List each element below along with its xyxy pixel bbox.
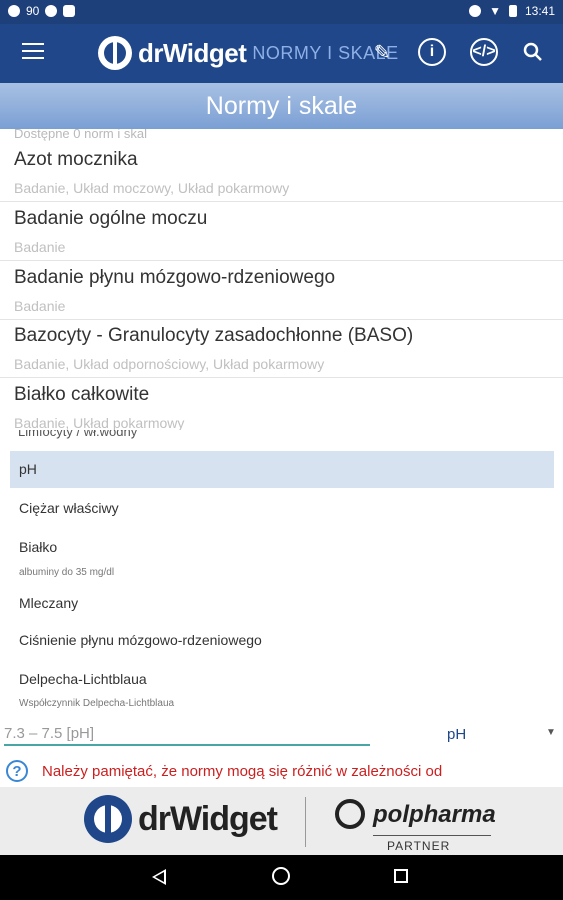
options-dropdown: Limfocyty / wł.wodny pH Ciężar właściwy … [0,430,563,715]
option-label: Ciężar właściwy [19,500,119,516]
partner-underline [373,835,491,836]
disclaimer-text: Należy pamiętać, że normy mogą się różni… [42,763,443,780]
recent-apps-icon[interactable] [394,869,408,883]
list-item-tags: Badanie [14,239,66,255]
list-item-tags: Badanie [14,298,66,314]
dropdown-option[interactable]: Białko albuminy do 35 mg/dl [10,529,554,585]
system-nav-bar [0,855,563,900]
unit-select[interactable]: pH [447,726,466,743]
soccer-ball-icon [45,5,58,17]
notification-count: 90 [26,4,40,18]
list-item-title: Bazocyty - Granulocyty zasadochłonne (BA… [14,325,414,346]
option-label: pH [19,461,37,477]
home-icon[interactable] [272,867,290,885]
list-item[interactable]: Badanie płynu mózgowo-rdzeniowego Badani… [0,261,563,320]
partner-footer: drWidget polpharma PARTNER [0,787,563,855]
clock: 13:41 [524,4,555,18]
dropdown-option[interactable]: Mleczany [10,587,554,624]
dropdown-option[interactable]: Delpecha-Lichtblaua Współczynnik Delpech… [10,665,554,715]
back-icon[interactable] [152,869,166,885]
list-item-tags: Badanie, Układ pokarmowy [14,415,185,431]
code-icon[interactable]: </> [470,38,498,66]
pencil-icon[interactable]: ✎ [368,38,396,66]
brand-name: drWidget [138,37,247,68]
info-icon[interactable]: i [418,38,446,66]
range-input[interactable]: 7.3 – 7.5 [pH] [4,725,370,746]
footer-divider [305,797,306,847]
drwidget-footer-logo: drWidget [84,795,278,843]
list-item[interactable]: Badanie ogólne moczu Badanie [0,202,563,261]
battery-icon [508,5,517,17]
dropdown-option[interactable]: Ciśnienie płynu mózgowo-rdzeniowego [10,626,554,663]
help-icon[interactable]: ? [6,760,28,782]
list-item-title: Badanie płynu mózgowo-rdzeniowego [14,267,336,288]
app-logo: drWidget NORMY I SKALE [98,36,399,70]
norms-list: Dostępne 0 norm i skal Azot mocznika Bad… [0,129,563,445]
sync-icon [469,5,482,17]
page-title: Normy i skale [0,83,563,129]
dropdown-option[interactable]: Ciężar właściwy [10,490,554,527]
disclaimer: ? Należy pamiętać, że normy mogą się róż… [0,755,563,787]
list-item-tags: Badanie, Układ moczowy, Układ pokarmowy [14,180,290,196]
list-item[interactable]: Bazocyty - Granulocyty zasadochłonne (BA… [0,319,563,378]
list-item-title: Badanie ogólne moczu [14,208,208,229]
status-bar: 90 ▼ 13:41 [0,0,563,24]
wifi-icon: ▼ [489,4,501,18]
option-label: Białko [19,539,58,555]
option-note: albuminy do 35 mg/dl [19,567,115,578]
menu-icon[interactable] [22,43,44,61]
list-item-title: Azot mocznika [14,149,138,170]
option-label: Delpecha-Lichtblaua [19,671,147,687]
list-item-title: Białko całkowite [14,384,150,405]
footer-brand: drWidget [138,799,278,838]
polpharma-logo-icon [335,799,365,829]
chat-icon [8,5,20,17]
chevron-down-icon[interactable]: ▼ [546,727,556,738]
app-bar: drWidget NORMY I SKALE ✎ i </> [0,24,563,83]
option-label: Mleczany [19,595,79,611]
dropdown-ghost-option: Limfocyty / wł.wodny [18,430,138,439]
android-icon [63,5,76,17]
search-icon[interactable] [519,38,547,66]
list-item[interactable]: Białko całkowite Badanie, Układ pokarmow… [0,378,563,436]
partner-name: polpharma [373,801,496,828]
drwidget-logo-icon [84,795,132,843]
option-label: Ciśnienie płynu mózgowo-rdzeniowego [19,632,262,648]
partner-label: PARTNER [387,839,451,853]
dropdown-option-selected[interactable]: pH [10,451,554,488]
value-row: 7.3 – 7.5 [pH] pH ▼ [0,715,563,755]
drwidget-logo-icon [98,36,132,70]
list-item-tags: Badanie, Układ odpornościowy, Układ poka… [14,356,325,372]
available-count: Dostępne 0 norm i skal [14,129,147,141]
option-note: Współczynnik Delpecha-Lichtblaua [19,698,175,709]
list-item[interactable]: Azot mocznika Badanie, Układ moczowy, Uk… [0,143,563,202]
